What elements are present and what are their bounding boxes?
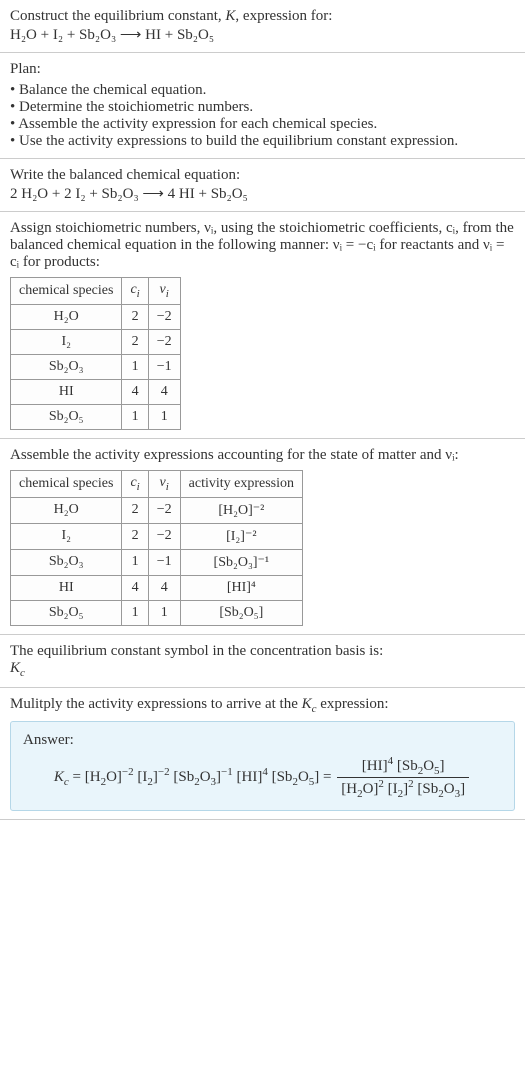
cell-ci: 2 (122, 497, 148, 523)
prompt-line1: Construct the equilibrium constant, K, e… (10, 8, 515, 25)
cell-activity: [HI]⁴ (180, 575, 302, 600)
plan-section: Plan: Balance the chemical equation. Det… (0, 53, 525, 159)
cell-species: HI (11, 379, 122, 404)
cell-ci: 1 (122, 404, 148, 429)
plan-heading: Plan: (10, 61, 515, 78)
activity-table: chemical species ci νi activity expressi… (10, 470, 303, 626)
symbol-text: The equilibrium constant symbol in the c… (10, 643, 515, 660)
col-ci: ci (122, 470, 148, 497)
col-vi: νi (148, 470, 180, 497)
table-row: Sb₂O₃ 1 −1 [Sb₂O₃]⁻¹ (11, 549, 303, 575)
balanced-section: Write the balanced chemical equation: 2 … (0, 159, 525, 212)
table-row: I₂ 2 −2 (11, 329, 181, 354)
prompt-equation: H₂O + I₂ + Sb₂O₃ ⟶ HI + Sb₂O₅ (10, 25, 515, 44)
table-header-row: chemical species ci νi activity expressi… (11, 470, 303, 497)
assign-section: Assign stoichiometric numbers, νᵢ, using… (0, 212, 525, 439)
table-row: I₂ 2 −2 [I₂]⁻² (11, 523, 303, 549)
cell-activity: [H₂O]⁻² (180, 497, 302, 523)
table-row: H₂O 2 −2 [H₂O]⁻² (11, 497, 303, 523)
cell-species: I₂ (11, 523, 122, 549)
balanced-equation: 2 H₂O + 2 I₂ + Sb₂O₃ ⟶ 4 HI + Sb₂O₅ (10, 184, 515, 203)
cell-ci: 4 (122, 575, 148, 600)
cell-species: I₂ (11, 329, 122, 354)
cell-vi: 4 (148, 575, 180, 600)
cell-species: H₂O (11, 497, 122, 523)
answer-fraction: [HI]4 [Sb2O5] [H2O]2 [I2]2 [Sb2O3] (337, 755, 469, 800)
cell-ci: 1 (122, 549, 148, 575)
answer-equation: Kc = [H2O]−2 [I2]−2 [Sb2O3]−1 [HI]4 [Sb2… (23, 755, 502, 800)
cell-ci: 1 (122, 354, 148, 379)
plan-item: Determine the stoichiometric numbers. (10, 99, 515, 116)
cell-activity: [I₂]⁻² (180, 523, 302, 549)
table-header-row: chemical species ci νi (11, 278, 181, 305)
table-row: HI 4 4 (11, 379, 181, 404)
cell-vi: −1 (148, 354, 180, 379)
cell-species: Sb₂O₅ (11, 404, 122, 429)
assign-table: chemical species ci νi H₂O 2 −2 I₂ 2 −2 … (10, 277, 181, 430)
prompt-section: Construct the equilibrium constant, K, e… (0, 0, 525, 53)
cell-ci: 2 (122, 329, 148, 354)
answer-denominator: [H2O]2 [I2]2 [Sb2O3] (337, 778, 469, 800)
cell-vi: 1 (148, 600, 180, 625)
col-vi: νi (148, 278, 180, 305)
col-ci: ci (122, 278, 148, 305)
plan-item: Use the activity expressions to build th… (10, 133, 515, 150)
plan-item: Assemble the activity expression for eac… (10, 116, 515, 133)
cell-ci: 4 (122, 379, 148, 404)
assign-text: Assign stoichiometric numbers, νᵢ, using… (10, 220, 515, 271)
col-species: chemical species (11, 470, 122, 497)
cell-ci: 2 (122, 523, 148, 549)
cell-vi: −2 (148, 304, 180, 329)
table-row: Sb₂O₅ 1 1 [Sb₂O₅] (11, 600, 303, 625)
cell-vi: 4 (148, 379, 180, 404)
cell-vi: −2 (148, 329, 180, 354)
symbol-value: Kc (10, 660, 515, 679)
cell-species: Sb₂O₅ (11, 600, 122, 625)
table-row: Sb₂O₃ 1 −1 (11, 354, 181, 379)
balanced-intro: Write the balanced chemical equation: (10, 167, 515, 184)
answer-section: Mulitply the activity expressions to arr… (0, 688, 525, 820)
cell-vi: 1 (148, 404, 180, 429)
cell-ci: 1 (122, 600, 148, 625)
cell-species: Sb₂O₃ (11, 549, 122, 575)
table-row: H₂O 2 −2 (11, 304, 181, 329)
symbol-section: The equilibrium constant symbol in the c… (0, 635, 525, 688)
cell-activity: [Sb₂O₅] (180, 600, 302, 625)
cell-ci: 2 (122, 304, 148, 329)
multiply-text: Mulitply the activity expressions to arr… (10, 696, 515, 715)
cell-vi: −2 (148, 497, 180, 523)
cell-species: Sb₂O₃ (11, 354, 122, 379)
plan-item: Balance the chemical equation. (10, 82, 515, 99)
answer-box: Answer: Kc = [H2O]−2 [I2]−2 [Sb2O3]−1 [H… (10, 721, 515, 811)
cell-vi: −1 (148, 549, 180, 575)
cell-species: HI (11, 575, 122, 600)
activity-section: Assemble the activity expressions accoun… (0, 439, 525, 635)
activity-text: Assemble the activity expressions accoun… (10, 447, 515, 464)
answer-label: Answer: (23, 732, 502, 749)
table-row: HI 4 4 [HI]⁴ (11, 575, 303, 600)
col-species: chemical species (11, 278, 122, 305)
cell-species: H₂O (11, 304, 122, 329)
plan-list: Balance the chemical equation. Determine… (10, 82, 515, 150)
col-activity: activity expression (180, 470, 302, 497)
answer-numerator: [HI]4 [Sb2O5] (337, 755, 469, 778)
cell-vi: −2 (148, 523, 180, 549)
table-row: Sb₂O₅ 1 1 (11, 404, 181, 429)
cell-activity: [Sb₂O₃]⁻¹ (180, 549, 302, 575)
